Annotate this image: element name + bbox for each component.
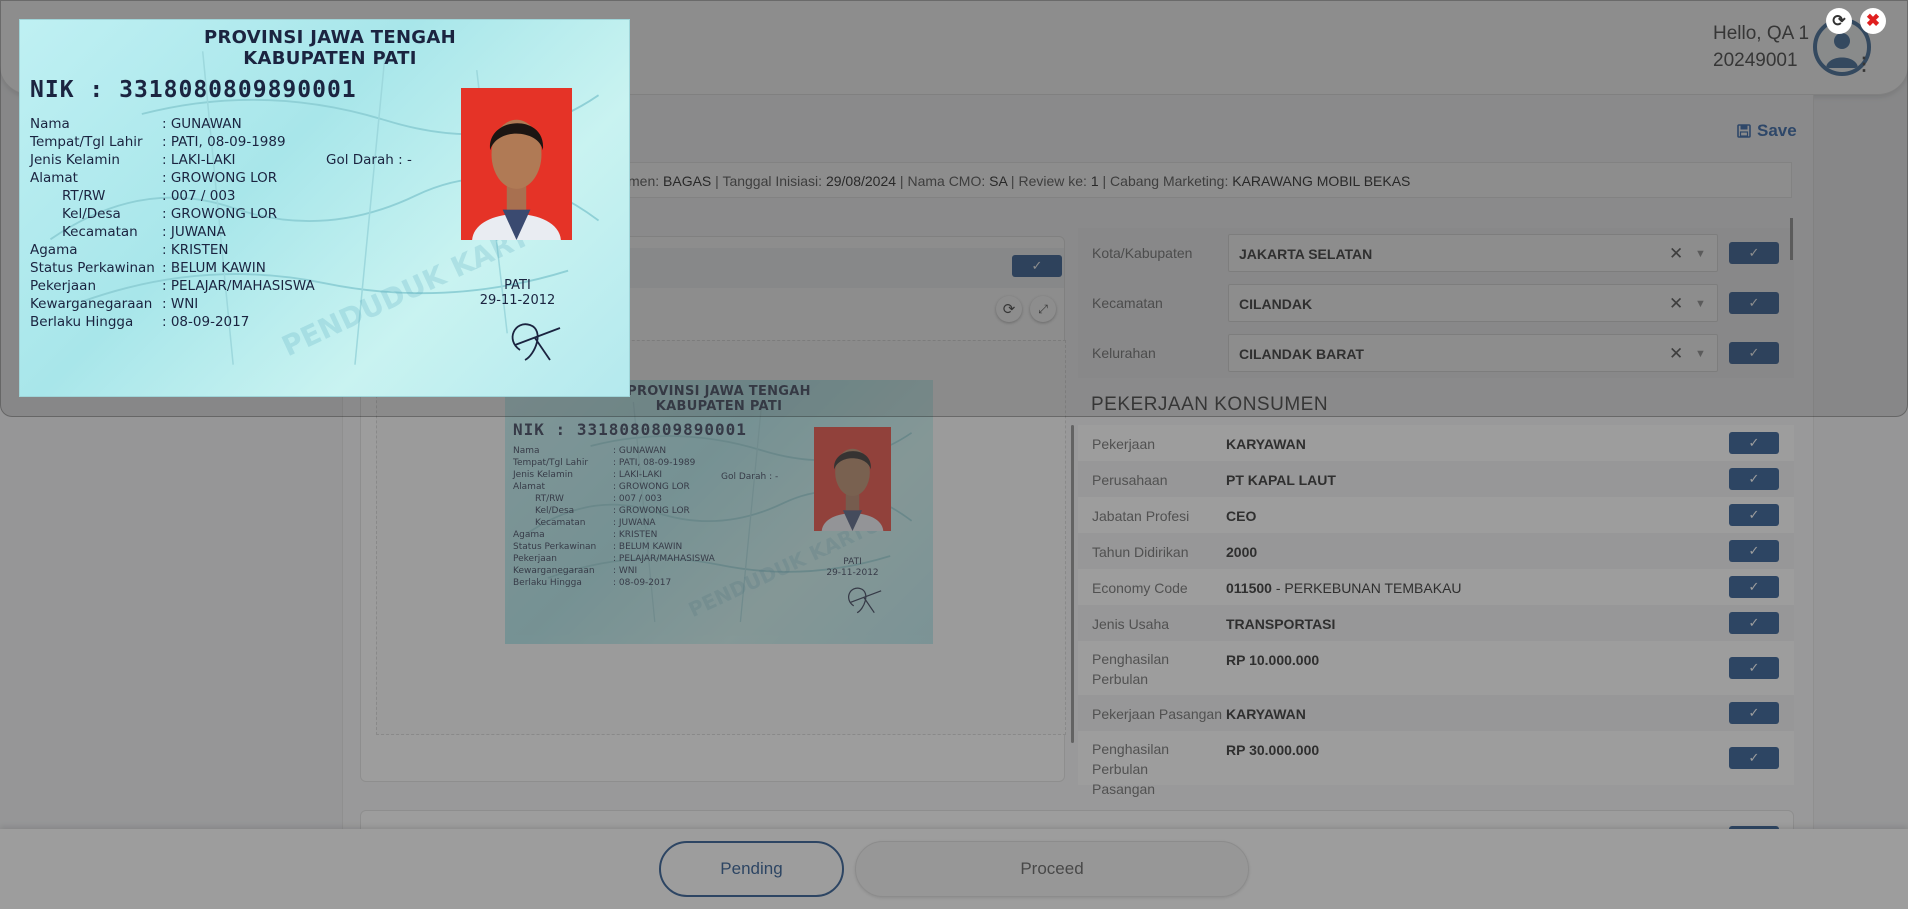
close-icon: ✖ — [1865, 11, 1881, 30]
person-portrait-icon — [461, 88, 572, 240]
ktp-field-label: Agama — [30, 242, 78, 258]
ktp-nik: NIK : 3318080809890001 — [30, 77, 357, 103]
ktp-field-value: : PELAJAR/MAHASISWA — [162, 278, 315, 294]
ktp-field-value: : WNI — [162, 296, 199, 312]
viewer-close-button[interactable]: ✖ — [1860, 8, 1886, 34]
ktp-field-value: : GROWONG LOR — [162, 206, 278, 222]
ktp-field-label: Kel/Desa — [62, 206, 121, 222]
ktp-province: PROVINSI JAWA TENGAH KABUPATEN PATI — [20, 27, 629, 69]
ktp-province-line2: KABUPATEN PATI — [243, 48, 417, 69]
ktp-field-label: Berlaku Hingga — [30, 314, 134, 330]
ktp-field-value: : PATI, 08-09-1989 — [162, 134, 286, 150]
ktp-enlarged-image: PENDUDUK KARTU PROVINSI JAWA TENGAH KABU… — [19, 19, 630, 397]
viewer-rotate-button[interactable]: ⟳ — [1826, 8, 1852, 34]
ktp-province-line1: PROVINSI JAWA TENGAH — [204, 27, 456, 48]
ktp-field-label: Kecamatan — [62, 224, 138, 240]
ktp-field-label: Status Perkawinan — [30, 260, 155, 276]
ktp-city: PATI — [504, 278, 531, 293]
refresh-icon: ⟳ — [1832, 13, 1846, 30]
ktp-field-label: Pekerjaan — [30, 278, 97, 294]
ktp-field-value: : GROWONG LOR — [162, 170, 278, 186]
ktp-field-label: Nama — [30, 116, 70, 132]
ktp-field-label: Kewarganegaraan — [30, 296, 153, 312]
ktp-field-label: RT/RW — [62, 188, 106, 204]
ktp-field-value: : BELUM KAWIN — [162, 260, 266, 276]
ktp-field-label: Jenis Kelamin — [30, 152, 120, 168]
ktp-field-value: : GUNAWAN — [162, 116, 242, 132]
ktp-field-value: : 08-09-2017 — [162, 314, 250, 330]
ktp-gol-darah: Gol Darah : - — [326, 152, 412, 168]
ktp-field-value: : LAKI-LAKI — [162, 152, 236, 168]
ktp-field-value: : 007 / 003 — [162, 188, 236, 204]
ktp-nik-value: : 3318080809890001 — [89, 77, 357, 103]
ktp-issue-place: PATI 29-11-2012 — [460, 278, 575, 308]
ktp-photo — [461, 88, 572, 240]
ktp-field-value: : JUWANA — [162, 224, 226, 240]
ktp-signature-icon — [511, 323, 561, 361]
ktp-issue-date: 29-11-2012 — [479, 293, 556, 308]
ktp-field-label: Tempat/Tgl Lahir — [30, 134, 143, 150]
ktp-field-label: Alamat — [30, 170, 78, 186]
ktp-field-value: : KRISTEN — [162, 242, 229, 258]
ktp-nik-label: NIK — [30, 77, 75, 103]
